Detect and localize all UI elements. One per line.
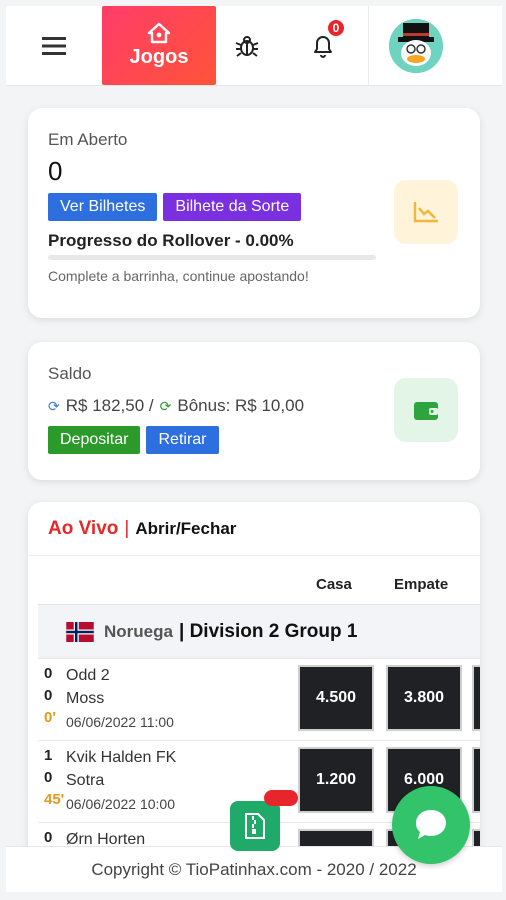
refresh-balance-icon[interactable]: ⟳ (48, 398, 60, 415)
norway-flag-icon (66, 621, 94, 642)
bet-slip-button[interactable] (230, 801, 280, 851)
match-datetime: 06/06/2022 10:00 (66, 796, 175, 812)
copyright-text: Copyright © TioPatinhax.com - 2020 / 202… (91, 859, 417, 879)
bet-slip-badge (264, 790, 298, 806)
score-home: 1 (44, 747, 53, 764)
wallet-icon-box (394, 378, 458, 442)
chat-bubble-icon (416, 810, 446, 839)
view-tickets-button[interactable]: Ver Bilhetes (48, 193, 158, 221)
withdraw-button[interactable]: Retirar (146, 426, 219, 454)
score-home: 0 (44, 829, 53, 846)
top-navbar: Jogos 0 (6, 6, 502, 86)
live-title: Ao Vivo (48, 517, 119, 539)
home-icon (147, 22, 171, 44)
jogos-tab[interactable]: Jogos (102, 6, 216, 85)
zip-file-icon (245, 813, 265, 839)
col-draw: Empate (394, 576, 449, 593)
toggle-live-button[interactable]: Abrir/Fechar (135, 519, 236, 539)
live-separator: | (124, 517, 130, 539)
notifications-button[interactable]: 0 (278, 6, 368, 85)
league-row: Noruega | Division 2 Group 1 (38, 604, 480, 658)
match-minute: 0' (44, 709, 56, 726)
refresh-bonus-icon[interactable]: ⟳ (160, 398, 172, 415)
score-away: 0 (44, 687, 53, 704)
odd-home-button[interactable]: 4.500 (298, 665, 374, 731)
odds-column-headers: Casa Empate (28, 572, 480, 602)
balance-card: Saldo ⟳ R$ 182,50 / ⟳ Bônus: R$ 10,00 De… (28, 342, 480, 480)
profile-button[interactable] (368, 6, 502, 85)
jogos-label: Jogos (129, 46, 189, 68)
live-header: Ao Vivo | Abrir/Fechar (28, 502, 480, 556)
rollover-progress-bar (48, 255, 376, 260)
lucky-ticket-button[interactable]: Bilhete da Sorte (163, 193, 302, 221)
odd-draw-button[interactable]: 3.800 (386, 665, 462, 731)
team-away: Moss (66, 690, 105, 707)
hamburger-icon (42, 36, 66, 55)
odd-away-button[interactable] (472, 665, 480, 731)
team-home: Kvik Halden FK (66, 749, 177, 766)
menu-button[interactable] (6, 6, 102, 85)
bug-icon (235, 35, 259, 57)
team-away: Sotra (66, 772, 105, 789)
deposit-button[interactable]: Depositar (48, 426, 141, 454)
open-bets-title: Em Aberto (48, 130, 128, 149)
score-home: 0 (44, 665, 53, 682)
bonus-amount: Bônus: R$ 10,00 (177, 396, 305, 415)
open-bets-card: Em Aberto 0 Ver Bilhetes Bilhete da Sort… (28, 108, 480, 318)
league-country: Noruega (104, 621, 173, 641)
balance-amount: R$ 182,50 / (65, 396, 154, 415)
odd-away-button[interactable] (472, 747, 480, 813)
match-datetime: 06/06/2022 11:00 (66, 714, 174, 730)
rollover-hint: Complete a barrinha, continue apostando! (48, 268, 309, 284)
chart-icon-box (394, 180, 458, 244)
duck-avatar (389, 18, 443, 73)
match-row[interactable]: 0 0 0' Odd 2 Moss 06/06/2022 11:00 4.500… (38, 658, 480, 740)
wallet-icon (414, 402, 438, 420)
col-home: Casa (316, 576, 352, 593)
team-home: Odd 2 (66, 667, 110, 684)
bug-report-button[interactable] (216, 6, 278, 85)
notification-badge: 0 (326, 18, 346, 38)
match-minute: 45' (44, 791, 65, 808)
chart-icon (413, 202, 438, 223)
chat-button[interactable] (392, 786, 470, 864)
odd-home-button[interactable]: 1.200 (298, 747, 374, 813)
score-away: 0 (44, 769, 53, 786)
league-name: | Division 2 Group 1 (178, 620, 358, 642)
